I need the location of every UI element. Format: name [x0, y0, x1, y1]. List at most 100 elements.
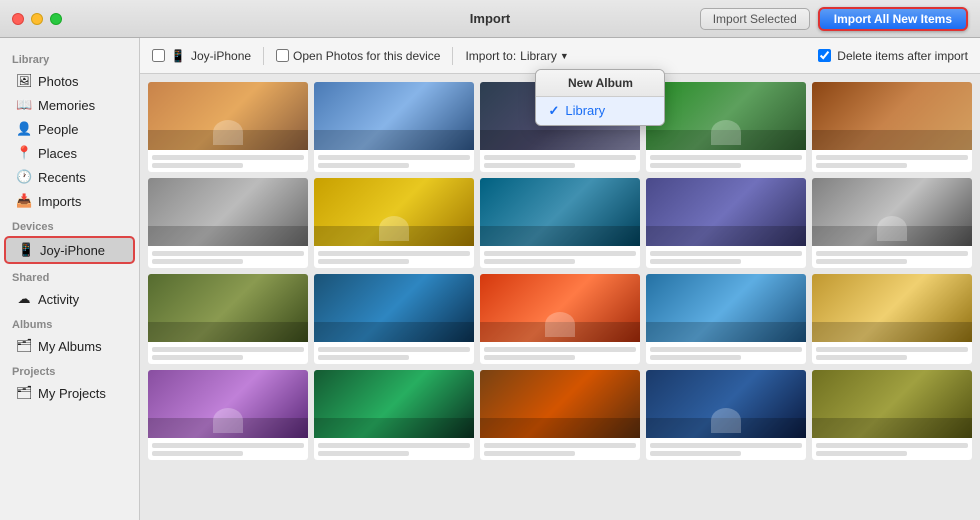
open-photos-option: Open Photos for this device [276, 49, 440, 63]
sidebar-item-joy-iphone[interactable]: 📱 Joy-iPhone [4, 236, 135, 264]
thumb-subject [213, 408, 243, 433]
sidebar-item-activity[interactable]: ☁ Activity [4, 287, 135, 311]
photo-cell[interactable] [480, 274, 640, 364]
photo-cell[interactable] [812, 370, 972, 460]
photo-meta [480, 342, 640, 364]
photo-meta-line1 [152, 443, 304, 448]
photo-area[interactable] [140, 74, 980, 520]
photo-cell[interactable] [314, 370, 474, 460]
projects-icon: 🗂 [16, 385, 32, 401]
photo-meta-line1 [484, 155, 636, 160]
import-to-label: Import to: [465, 49, 516, 63]
photo-meta-line1 [152, 347, 304, 352]
import-all-button[interactable]: Import All New Items [818, 7, 968, 31]
photo-meta-line1 [318, 443, 470, 448]
photo-grid [148, 82, 972, 460]
photo-meta [148, 150, 308, 172]
photo-cell[interactable] [148, 274, 308, 364]
close-button[interactable] [12, 13, 24, 25]
dropdown-header: New Album [536, 70, 664, 97]
photo-cell[interactable] [148, 370, 308, 460]
import-to-dropdown[interactable]: Library ▼ [520, 49, 569, 63]
device-checkbox[interactable] [152, 49, 165, 62]
photo-meta-line2 [650, 259, 741, 264]
photo-cell[interactable] [646, 178, 806, 268]
photo-meta-line1 [318, 155, 470, 160]
photo-meta [646, 342, 806, 364]
maximize-button[interactable] [50, 13, 62, 25]
toolbar-divider1 [263, 47, 264, 65]
photo-meta [646, 246, 806, 268]
window-controls[interactable] [12, 13, 62, 25]
photo-cell[interactable] [314, 178, 474, 268]
photo-meta-line1 [650, 443, 802, 448]
sidebar-item-people[interactable]: 👤 People [4, 117, 135, 141]
photo-cell[interactable] [812, 178, 972, 268]
sidebar-section-devices: Devices [0, 213, 139, 236]
photo-cell[interactable] [646, 370, 806, 460]
photo-meta-line1 [484, 443, 636, 448]
photo-meta [314, 150, 474, 172]
thumb-detail [148, 226, 308, 246]
photo-cell[interactable] [646, 274, 806, 364]
photo-meta [314, 342, 474, 364]
photo-meta-line2 [650, 355, 741, 360]
delete-after-import-checkbox[interactable] [818, 49, 831, 62]
dropdown-popup: New Album ✓ Library [535, 69, 665, 126]
photo-meta-line2 [816, 163, 907, 168]
open-photos-checkbox[interactable] [276, 49, 289, 62]
dropdown-arrow-icon: ▼ [560, 51, 569, 61]
photo-meta-line1 [650, 155, 802, 160]
photo-meta-line2 [650, 163, 741, 168]
sidebar-item-recents[interactable]: 🕐 Recents [4, 165, 135, 189]
photo-meta [480, 246, 640, 268]
thumb-detail [646, 322, 806, 342]
photo-cell[interactable] [480, 178, 640, 268]
photo-thumbnail [646, 274, 806, 342]
sidebar-item-my-albums[interactable]: 🗂 My Albums [4, 334, 135, 358]
thumb-subject [379, 216, 409, 241]
photo-meta-line1 [816, 251, 968, 256]
photo-meta-line2 [816, 259, 907, 264]
device-indicator: 📱 Joy-iPhone [152, 49, 251, 63]
dropdown-option-library[interactable]: ✓ Library [536, 97, 664, 125]
checkmark-icon: ✓ [548, 103, 559, 119]
photo-cell[interactable] [314, 274, 474, 364]
thumb-detail [480, 418, 640, 438]
thumb-detail [314, 130, 474, 150]
photo-thumbnail [148, 274, 308, 342]
selected-destination: Library [520, 49, 557, 63]
photo-cell[interactable] [812, 82, 972, 172]
photo-cell[interactable] [646, 82, 806, 172]
photo-meta-line2 [484, 451, 575, 456]
photo-meta [646, 438, 806, 460]
photo-meta-line2 [318, 451, 409, 456]
photo-cell[interactable] [148, 178, 308, 268]
thumb-subject [711, 120, 741, 145]
photo-cell[interactable] [812, 274, 972, 364]
photo-meta [148, 246, 308, 268]
recents-icon: 🕐 [16, 169, 32, 185]
photo-cell[interactable] [148, 82, 308, 172]
sidebar-item-imports[interactable]: 📥 Imports [4, 189, 135, 213]
sidebar-item-memories[interactable]: 📖 Memories [4, 93, 135, 117]
thumb-subject [213, 120, 243, 145]
photo-cell[interactable] [314, 82, 474, 172]
sidebar-item-my-projects[interactable]: 🗂 My Projects [4, 381, 135, 405]
open-photos-label: Open Photos for this device [293, 49, 440, 63]
photo-meta-line1 [650, 251, 802, 256]
sidebar: Library 🖼 Photos 📖 Memories 👤 People 📍 P… [0, 38, 140, 520]
photo-cell[interactable] [480, 370, 640, 460]
memories-icon: 📖 [16, 97, 32, 113]
minimize-button[interactable] [31, 13, 43, 25]
device-label: Joy-iPhone [191, 49, 251, 63]
thumb-detail [646, 226, 806, 246]
titlebar: Import Import Selected Import All New It… [0, 0, 980, 38]
sidebar-item-places[interactable]: 📍 Places [4, 141, 135, 165]
import-selected-button[interactable]: Import Selected [700, 8, 810, 30]
sidebar-item-photos[interactable]: 🖼 Photos [4, 69, 135, 93]
photo-thumbnail [314, 370, 474, 438]
sidebar-section-shared: Shared [0, 264, 139, 287]
sidebar-section-albums: Albums [0, 311, 139, 334]
photo-meta-line1 [816, 443, 968, 448]
